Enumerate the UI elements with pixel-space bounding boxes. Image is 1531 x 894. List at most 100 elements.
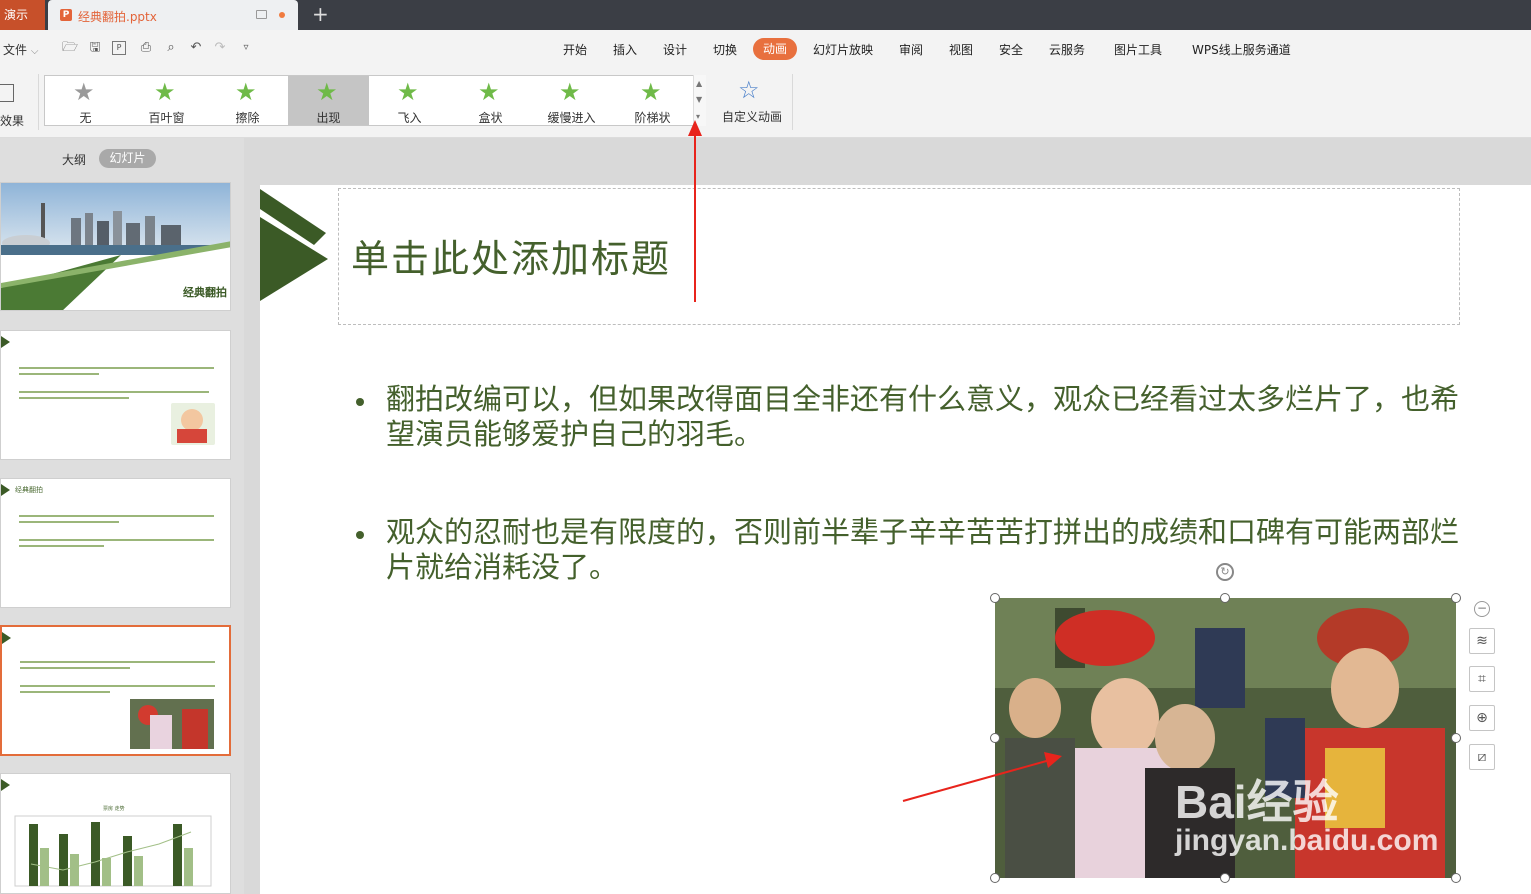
print-preview-icon[interactable]: ⌕ bbox=[163, 40, 179, 56]
title-placeholder[interactable]: 单击此处添加标题 bbox=[338, 188, 1460, 325]
crop-icon[interactable]: ⌗ bbox=[1469, 666, 1495, 692]
document-tab[interactable]: P 经典翻拍.pptx bbox=[48, 0, 298, 30]
tab-animation[interactable]: 动画 bbox=[753, 38, 797, 60]
resize-handle-e[interactable] bbox=[1451, 733, 1461, 743]
slides-view-tab[interactable]: 幻灯片 bbox=[99, 149, 156, 168]
resize-handle-se[interactable] bbox=[1451, 873, 1461, 883]
export-pdf-icon[interactable]: P bbox=[112, 41, 126, 55]
picture-watermark: Bai经验 bbox=[1175, 776, 1339, 828]
anim-label: 盒状 bbox=[478, 111, 503, 125]
file-menu[interactable]: 文件 ⌵ bbox=[3, 41, 38, 58]
tab-wps-online[interactable]: WPS线上服务通道 bbox=[1192, 41, 1291, 58]
anim-box[interactable]: ★ 盒状 bbox=[450, 76, 531, 125]
custom-animation-label: 自定义动画 bbox=[721, 110, 782, 124]
thumb-text-line bbox=[19, 539, 214, 541]
picture-style-icon[interactable]: ⧄ bbox=[1469, 744, 1495, 770]
ribbon-divider bbox=[792, 74, 793, 130]
tab-view[interactable]: 视图 bbox=[949, 41, 973, 58]
anim-none[interactable]: ★ 无 bbox=[45, 76, 126, 125]
tab-home[interactable]: 开始 bbox=[563, 41, 587, 58]
slide-thumbnail-4[interactable] bbox=[0, 625, 231, 756]
app-tab[interactable]: 演示 bbox=[0, 0, 45, 30]
open-folder-icon[interactable]: 🗁 bbox=[62, 40, 78, 56]
slide-thumbnail-1[interactable]: 经典翻拍 bbox=[0, 182, 231, 311]
thumb-text-line bbox=[20, 667, 130, 669]
picture-watermark-url: jingyan.baidu.com bbox=[1175, 824, 1439, 857]
file-menu-label: 文件 bbox=[3, 43, 28, 57]
tab-transition[interactable]: 切换 bbox=[713, 41, 737, 58]
zoom-in-icon[interactable]: ⊕ bbox=[1469, 705, 1495, 731]
anim-fly-in[interactable]: ★ 飞入 bbox=[369, 76, 450, 125]
slide-thumbnail-2[interactable] bbox=[0, 330, 231, 460]
thumb-text-line bbox=[19, 545, 104, 547]
wipe-star-icon: ★ bbox=[235, 78, 257, 106]
thumb-text-line bbox=[19, 521, 119, 523]
resize-handle-nw[interactable] bbox=[990, 593, 1000, 603]
menu-bar: 文件 ⌵ 🗁 🖫 P ⎙ ⌕ ↶ ↷ ▿ 开始 插入 设计 切换 动画 幻灯片放… bbox=[0, 30, 1531, 68]
preview-effect-button[interactable]: 效果 bbox=[0, 78, 32, 128]
star-gray-icon: ★ bbox=[73, 78, 95, 106]
slide-title[interactable]: 单击此处添加标题 bbox=[351, 228, 671, 283]
selected-picture[interactable]: Bai经验 jingyan.baidu.com bbox=[995, 598, 1456, 878]
bullet-2-text: 观众的忍耐也是有限度的，否则前半辈子辛辛苦苦打拼出的成绩和口碑有可能两部烂片就给… bbox=[386, 515, 1460, 584]
undo-icon[interactable]: ↶ bbox=[188, 40, 204, 56]
tab-cloud[interactable]: 云服务 bbox=[1049, 41, 1085, 58]
customize-icon[interactable]: ▿ bbox=[238, 40, 254, 56]
ribbon-divider bbox=[38, 74, 39, 130]
crawl-in-star-icon: ★ bbox=[559, 78, 581, 106]
step-down-star-icon: ★ bbox=[640, 78, 662, 106]
anim-label: 百叶窗 bbox=[148, 111, 185, 125]
monitor-icon[interactable] bbox=[256, 10, 267, 19]
collapse-toolbar-icon[interactable]: − bbox=[1474, 601, 1490, 617]
resize-handle-sw[interactable] bbox=[990, 873, 1000, 883]
thumb-cartoon-image bbox=[171, 403, 215, 445]
appear-star-icon: ★ bbox=[316, 78, 338, 106]
bullet-2[interactable]: 观众的忍耐也是有限度的，否则前半辈子辛辛苦苦打拼出的成绩和口碑有可能两部烂片就给… bbox=[356, 515, 1466, 587]
animation-gallery: ★ 无 ★ 百叶窗 ★ 擦除 ★ 出现 ★ 飞入 ★ 盒状 ★ 缓慢进入 ★ 阶梯状 bbox=[44, 75, 706, 126]
document-tab-name: 经典翻拍.pptx bbox=[78, 10, 157, 24]
resize-handle-w[interactable] bbox=[990, 733, 1000, 743]
box-star-icon: ★ bbox=[478, 78, 500, 106]
title-bar: 演示 P 经典翻拍.pptx + bbox=[0, 0, 1531, 30]
anim-appear[interactable]: ★ 出现 bbox=[288, 76, 369, 125]
unsaved-dot-icon bbox=[279, 12, 285, 18]
scroll-down-icon[interactable]: ▼ bbox=[696, 95, 702, 104]
thumb-text-line bbox=[19, 515, 214, 517]
tab-slideshow[interactable]: 幻灯片放映 bbox=[813, 41, 873, 58]
slide-thumbnail-3[interactable]: 经典翻拍 bbox=[0, 478, 231, 608]
resize-handle-ne[interactable] bbox=[1451, 593, 1461, 603]
bullet-dot bbox=[356, 531, 364, 539]
anim-wipe[interactable]: ★ 擦除 bbox=[207, 76, 288, 125]
bullet-1[interactable]: 翻拍改编可以，但如果改得面目全非还有什么意义，观众已经看过太多烂片了，也希望演员… bbox=[356, 382, 1466, 454]
slide-thumbnail-5[interactable]: 票房 走势 bbox=[0, 773, 231, 894]
anim-blinds[interactable]: ★ 百叶窗 bbox=[126, 76, 207, 125]
thumb-chevron-mark bbox=[1, 336, 10, 348]
ppt-file-icon: P bbox=[60, 9, 72, 21]
redo-icon[interactable]: ↷ bbox=[212, 40, 228, 56]
thumb-photo bbox=[130, 699, 214, 749]
tab-review[interactable]: 审阅 bbox=[899, 41, 923, 58]
outline-view-tab[interactable]: 大纲 bbox=[62, 151, 86, 168]
custom-animation-button[interactable]: ☆ 自定义动画 bbox=[718, 76, 786, 126]
chevron-down-icon: ⌵ bbox=[30, 46, 39, 57]
layers-icon[interactable]: ≋ bbox=[1469, 628, 1495, 654]
save-icon[interactable]: 🖫 bbox=[87, 40, 103, 56]
tab-insert[interactable]: 插入 bbox=[613, 41, 637, 58]
tab-design[interactable]: 设计 bbox=[663, 41, 687, 58]
rotate-handle-icon[interactable]: ↻ bbox=[1216, 563, 1234, 581]
thumb-text-line bbox=[20, 685, 215, 687]
anim-crawl-in[interactable]: ★ 缓慢进入 bbox=[531, 76, 612, 125]
tab-picture-tools[interactable]: 图片工具 bbox=[1114, 41, 1162, 58]
print-icon[interactable]: ⎙ bbox=[138, 40, 154, 56]
thumb-text-line bbox=[19, 391, 209, 393]
tab-security[interactable]: 安全 bbox=[999, 41, 1023, 58]
anim-step-down[interactable]: ★ 阶梯状 bbox=[612, 76, 692, 125]
preview-effect-icon bbox=[0, 84, 14, 102]
resize-handle-s[interactable] bbox=[1220, 873, 1230, 883]
scroll-up-icon[interactable]: ▲ bbox=[696, 79, 702, 88]
resize-handle-n[interactable] bbox=[1220, 593, 1230, 603]
new-tab-button[interactable]: + bbox=[312, 3, 329, 25]
thumb-text-line bbox=[19, 367, 214, 369]
gallery-expand-icon[interactable]: ▾ bbox=[696, 112, 700, 121]
anim-label: 无 bbox=[79, 111, 92, 125]
